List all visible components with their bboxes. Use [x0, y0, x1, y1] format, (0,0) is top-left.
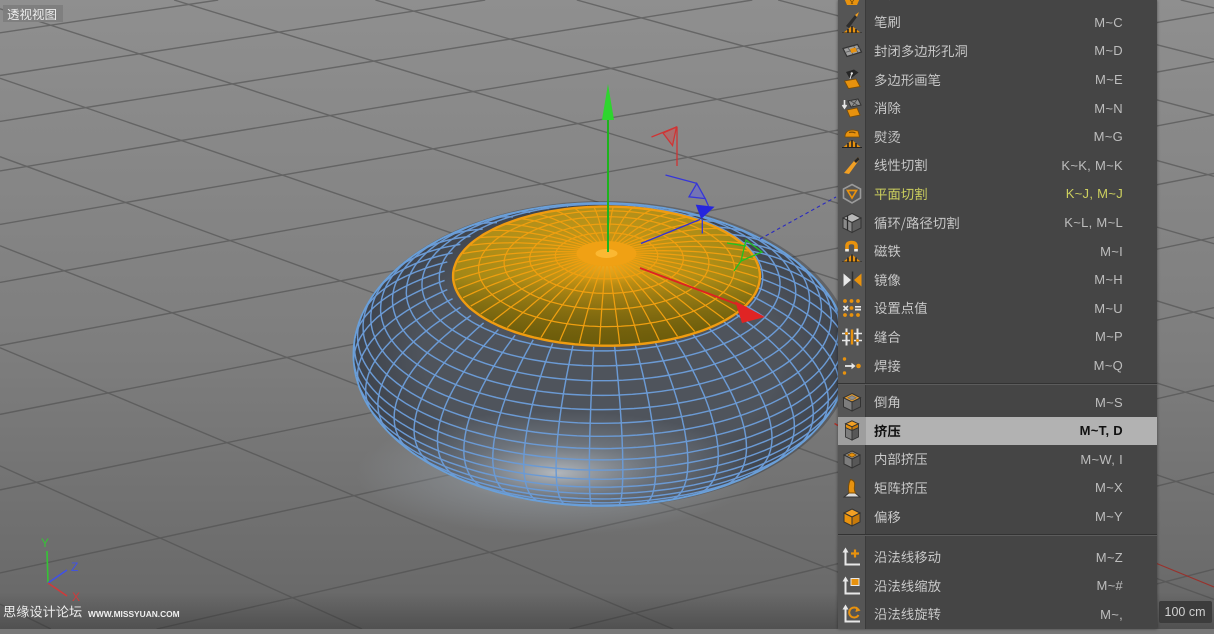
- svg-text:X: X: [72, 590, 80, 604]
- svg-text:WWW.MISSYUAN.COM: WWW.MISSYUAN.COM: [88, 609, 180, 619]
- svg-text:100 cm: 100 cm: [1165, 605, 1206, 619]
- svg-text:Z: Z: [71, 560, 78, 574]
- svg-text:Y: Y: [41, 536, 49, 550]
